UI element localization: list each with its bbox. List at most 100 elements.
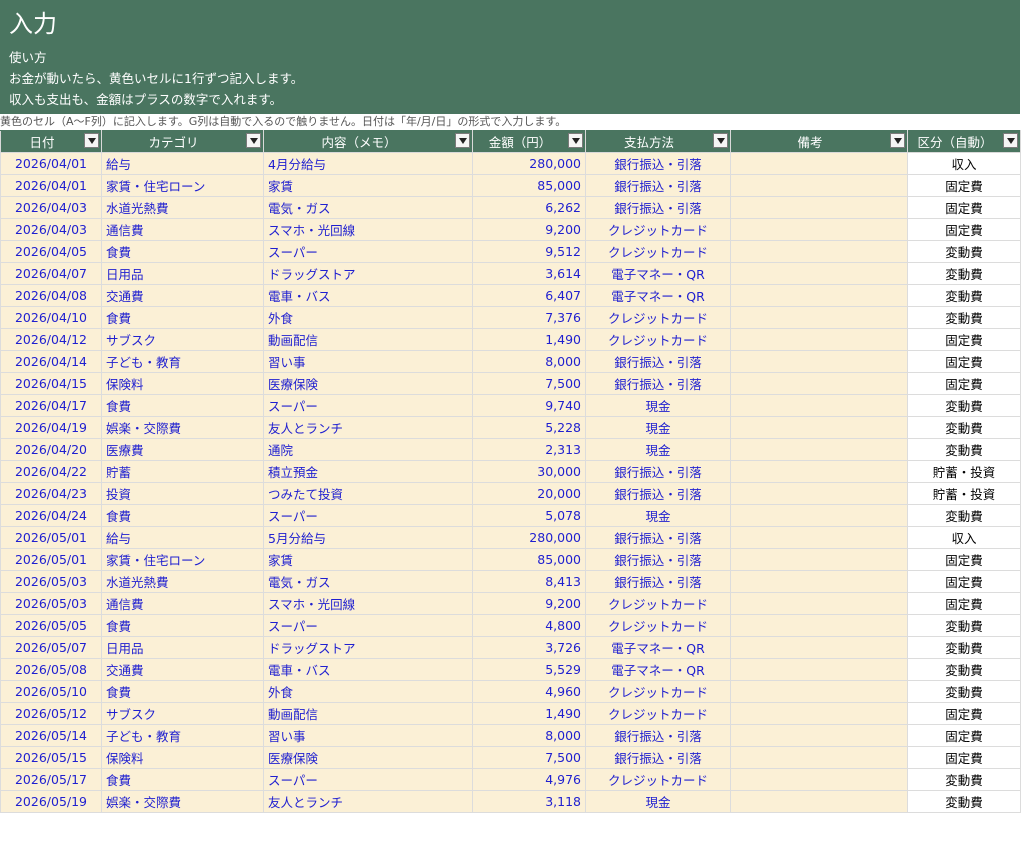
cell-class-auto[interactable]: 固定費	[907, 328, 1021, 351]
cell-date[interactable]: 2026/04/08	[0, 284, 102, 307]
cell-category[interactable]: 家賃・住宅ローン	[101, 174, 264, 197]
column-header-class-auto[interactable]: 区分（自動）	[907, 130, 1021, 153]
cell-payment-method[interactable]: 電子マネー・QR	[585, 636, 731, 659]
cell-amount[interactable]: 3,614	[472, 262, 586, 285]
cell-remarks[interactable]	[730, 350, 908, 373]
cell-date[interactable]: 2026/04/03	[0, 196, 102, 219]
cell-amount[interactable]: 280,000	[472, 526, 586, 549]
cell-remarks[interactable]	[730, 306, 908, 329]
cell-category[interactable]: 通信費	[101, 592, 264, 615]
cell-payment-method[interactable]: 電子マネー・QR	[585, 262, 731, 285]
cell-memo[interactable]: 通院	[263, 438, 473, 461]
cell-remarks[interactable]	[730, 328, 908, 351]
cell-payment-method[interactable]: 銀行振込・引落	[585, 570, 731, 593]
cell-remarks[interactable]	[730, 702, 908, 725]
cell-remarks[interactable]	[730, 658, 908, 681]
cell-memo[interactable]: 4月分給与	[263, 152, 473, 175]
cell-category[interactable]: 食費	[101, 394, 264, 417]
cell-memo[interactable]: 習い事	[263, 350, 473, 373]
cell-remarks[interactable]	[730, 746, 908, 769]
cell-payment-method[interactable]: 現金	[585, 416, 731, 439]
cell-payment-method[interactable]: クレジットカード	[585, 592, 731, 615]
cell-amount[interactable]: 1,490	[472, 328, 586, 351]
cell-date[interactable]: 2026/05/01	[0, 526, 102, 549]
cell-class-auto[interactable]: 固定費	[907, 350, 1021, 373]
filter-dropdown-icon[interactable]	[455, 133, 470, 148]
cell-category[interactable]: 日用品	[101, 636, 264, 659]
cell-memo[interactable]: 電車・バス	[263, 284, 473, 307]
cell-memo[interactable]: スーパー	[263, 614, 473, 637]
cell-remarks[interactable]	[730, 570, 908, 593]
cell-memo[interactable]: 友人とランチ	[263, 790, 473, 813]
cell-remarks[interactable]	[730, 284, 908, 307]
cell-memo[interactable]: つみたて投資	[263, 482, 473, 505]
cell-payment-method[interactable]: 銀行振込・引落	[585, 548, 731, 571]
cell-payment-method[interactable]: クレジットカード	[585, 768, 731, 791]
cell-category[interactable]: 保険料	[101, 746, 264, 769]
cell-memo[interactable]: スーパー	[263, 240, 473, 263]
cell-class-auto[interactable]: 固定費	[907, 724, 1021, 747]
cell-payment-method[interactable]: 銀行振込・引落	[585, 526, 731, 549]
cell-memo[interactable]: 友人とランチ	[263, 416, 473, 439]
cell-category[interactable]: 通信費	[101, 218, 264, 241]
cell-date[interactable]: 2026/04/03	[0, 218, 102, 241]
cell-date[interactable]: 2026/04/17	[0, 394, 102, 417]
cell-remarks[interactable]	[730, 218, 908, 241]
cell-memo[interactable]: 外食	[263, 306, 473, 329]
cell-payment-method[interactable]: クレジットカード	[585, 702, 731, 725]
cell-remarks[interactable]	[730, 438, 908, 461]
cell-payment-method[interactable]: 銀行振込・引落	[585, 746, 731, 769]
cell-class-auto[interactable]: 固定費	[907, 746, 1021, 769]
cell-category[interactable]: 子ども・教育	[101, 724, 264, 747]
cell-category[interactable]: 貯蓄	[101, 460, 264, 483]
cell-amount[interactable]: 7,500	[472, 372, 586, 395]
cell-memo[interactable]: スマホ・光回線	[263, 592, 473, 615]
cell-amount[interactable]: 20,000	[472, 482, 586, 505]
cell-remarks[interactable]	[730, 460, 908, 483]
cell-memo[interactable]: 5月分給与	[263, 526, 473, 549]
cell-payment-method[interactable]: クレジットカード	[585, 306, 731, 329]
cell-payment-method[interactable]: クレジットカード	[585, 614, 731, 637]
cell-date[interactable]: 2026/05/15	[0, 746, 102, 769]
cell-category[interactable]: 交通費	[101, 658, 264, 681]
cell-date[interactable]: 2026/05/01	[0, 548, 102, 571]
cell-date[interactable]: 2026/05/14	[0, 724, 102, 747]
cell-category[interactable]: 水道光熱費	[101, 570, 264, 593]
cell-memo[interactable]: スーパー	[263, 504, 473, 527]
cell-date[interactable]: 2026/04/22	[0, 460, 102, 483]
cell-payment-method[interactable]: 現金	[585, 504, 731, 527]
cell-date[interactable]: 2026/04/10	[0, 306, 102, 329]
cell-class-auto[interactable]: 変動費	[907, 614, 1021, 637]
cell-remarks[interactable]	[730, 482, 908, 505]
cell-category[interactable]: サブスク	[101, 328, 264, 351]
cell-category[interactable]: 給与	[101, 526, 264, 549]
cell-category[interactable]: 交通費	[101, 284, 264, 307]
cell-category[interactable]: 食費	[101, 504, 264, 527]
cell-amount[interactable]: 7,376	[472, 306, 586, 329]
cell-class-auto[interactable]: 変動費	[907, 636, 1021, 659]
cell-category[interactable]: 日用品	[101, 262, 264, 285]
cell-category[interactable]: 子ども・教育	[101, 350, 264, 373]
cell-class-auto[interactable]: 収入	[907, 526, 1021, 549]
cell-amount[interactable]: 4,960	[472, 680, 586, 703]
cell-class-auto[interactable]: 固定費	[907, 702, 1021, 725]
cell-class-auto[interactable]: 固定費	[907, 372, 1021, 395]
cell-date[interactable]: 2026/05/08	[0, 658, 102, 681]
cell-memo[interactable]: 電気・ガス	[263, 570, 473, 593]
cell-date[interactable]: 2026/04/15	[0, 372, 102, 395]
cell-memo[interactable]: スーパー	[263, 768, 473, 791]
cell-class-auto[interactable]: 固定費	[907, 218, 1021, 241]
cell-category[interactable]: 医療費	[101, 438, 264, 461]
cell-date[interactable]: 2026/05/19	[0, 790, 102, 813]
cell-class-auto[interactable]: 変動費	[907, 394, 1021, 417]
cell-category[interactable]: 食費	[101, 306, 264, 329]
cell-payment-method[interactable]: クレジットカード	[585, 328, 731, 351]
cell-date[interactable]: 2026/05/17	[0, 768, 102, 791]
cell-amount[interactable]: 85,000	[472, 548, 586, 571]
cell-payment-method[interactable]: 銀行振込・引落	[585, 482, 731, 505]
cell-date[interactable]: 2026/04/01	[0, 174, 102, 197]
cell-date[interactable]: 2026/04/14	[0, 350, 102, 373]
cell-date[interactable]: 2026/04/01	[0, 152, 102, 175]
filter-dropdown-icon[interactable]	[568, 133, 583, 148]
cell-memo[interactable]: 積立預金	[263, 460, 473, 483]
